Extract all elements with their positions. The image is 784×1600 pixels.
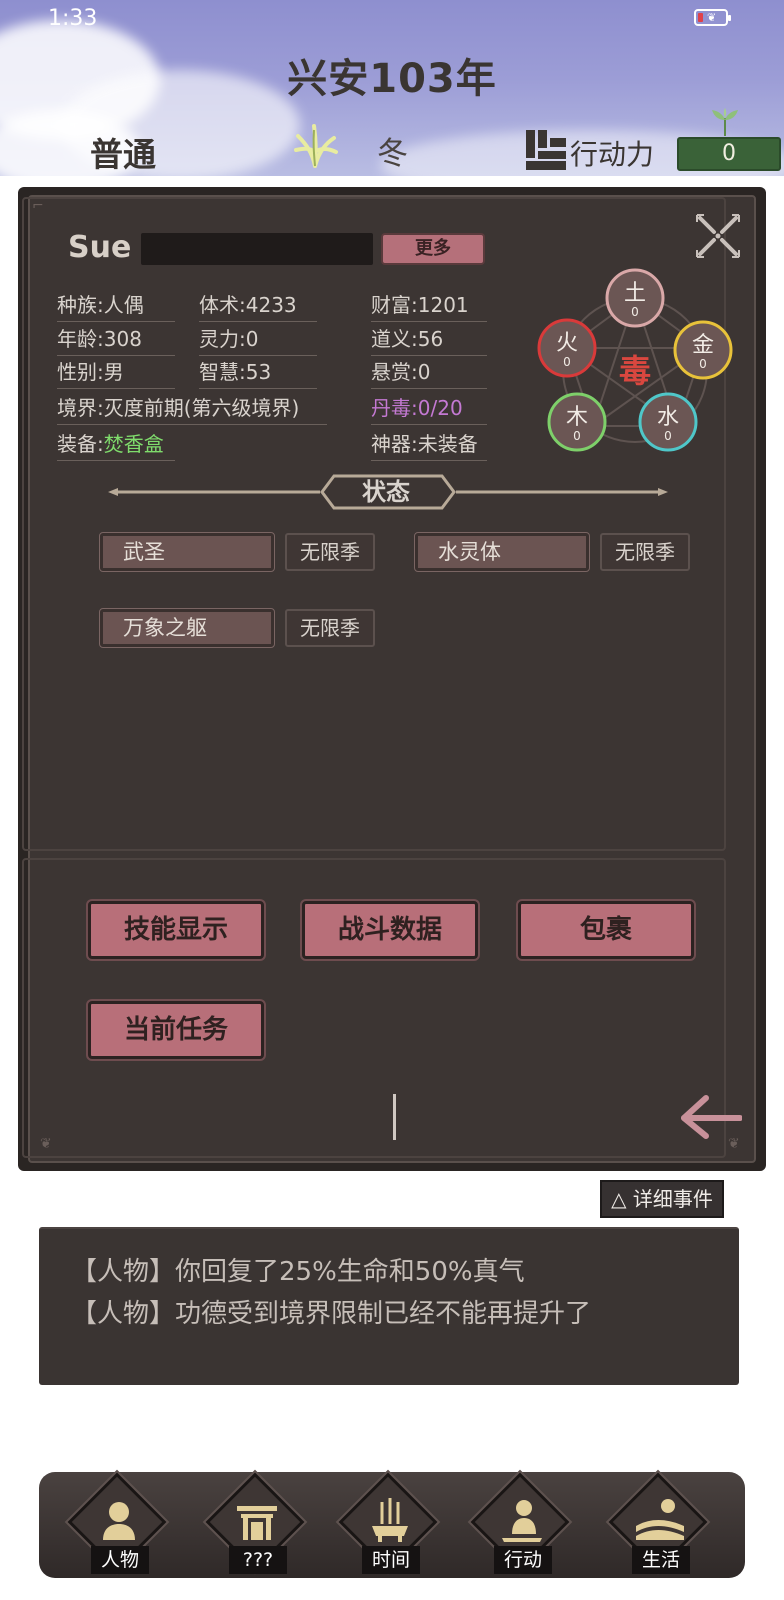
event-log: 【人物】你回复了25%生命和50%真气 【人物】功德受到境界限制已经不能再提升了 <box>39 1227 739 1385</box>
bag-button[interactable]: 包裹 <box>516 899 696 961</box>
sun-field-icon <box>636 1499 684 1540</box>
corner-ornament-icon: ❦ <box>40 1136 52 1152</box>
incense-burner-icon <box>372 1498 408 1542</box>
nav-life[interactable]: 生活 <box>605 1469 711 1584</box>
winter-plant-icon <box>294 124 338 168</box>
nav-character[interactable]: 人物 <box>64 1469 170 1584</box>
year-title: 兴安103年 <box>287 56 497 102</box>
nav-label: ??? <box>229 1546 287 1574</box>
difficulty-label: 普通 <box>90 135 156 174</box>
back-arrow-icon[interactable] <box>680 1094 742 1140</box>
svg-text:火: 火 <box>556 331 578 356</box>
svg-text:木: 木 <box>566 405 588 430</box>
event-log-line: 【人物】功德受到境界限制已经不能再提升了 <box>71 1299 592 1329</box>
stat-equipment[interactable]: 装备:焚香盒 <box>57 428 175 461</box>
svg-text:土: 土 <box>624 281 646 306</box>
element-wood: 木 0 <box>547 392 607 452</box>
svg-text:0: 0 <box>631 305 639 319</box>
svg-text:0: 0 <box>699 357 707 371</box>
stat-wealth: 财富:1201 <box>371 289 487 322</box>
more-button[interactable]: 更多 <box>381 233 485 265</box>
stat-justice: 道义:56 <box>371 323 487 356</box>
battle-data-button[interactable]: 战斗数据 <box>300 899 480 961</box>
nav-label: 生活 <box>632 1546 690 1574</box>
status-effect-name[interactable]: 武圣 <box>99 532 275 572</box>
five-elements-chart: 毒 土 0 火 0 金 0 木 0 水 0 <box>537 268 733 452</box>
nav-label: 时间 <box>362 1546 420 1574</box>
status-title: 状态 <box>362 478 410 506</box>
nav-time[interactable]: 时间 <box>335 1469 441 1584</box>
stat-wisdom: 智慧:53 <box>199 356 317 389</box>
status-time: 1:33 <box>48 6 98 31</box>
nav-unknown[interactable]: ??? <box>202 1469 308 1584</box>
skills-button[interactable]: 技能显示 <box>86 899 266 961</box>
svg-text:0: 0 <box>664 429 672 443</box>
element-water: 水 0 <box>638 392 698 452</box>
nav-label: 人物 <box>91 1546 149 1574</box>
action-power-icon <box>526 130 566 170</box>
person-icon <box>103 1502 135 1540</box>
character-name: Sue <box>68 230 132 265</box>
stat-realm: 境界:灭度前期(第六级境界) <box>57 392 327 425</box>
status-effect-duration: 无限季 <box>600 533 690 571</box>
element-fire: 火 0 <box>537 318 597 378</box>
svg-text:0: 0 <box>573 429 581 443</box>
svg-text:水: 水 <box>657 405 679 430</box>
scroll-indicator <box>393 1094 396 1140</box>
stat-gender: 性别:男 <box>57 356 175 389</box>
svg-text:金: 金 <box>692 333 714 358</box>
nav-label: 行动 <box>494 1546 552 1574</box>
close-icon[interactable] <box>694 212 742 260</box>
shrine-icon <box>237 1506 277 1540</box>
nav-action[interactable]: 行动 <box>467 1469 573 1584</box>
status-effect-name[interactable]: 水灵体 <box>414 532 590 572</box>
action-power-label: 行动力 <box>570 138 655 171</box>
element-metal: 金 0 <box>673 320 733 380</box>
event-log-line: 【人物】你回复了25%生命和50%真气 <box>71 1257 525 1287</box>
element-earth: 土 0 <box>605 268 665 328</box>
svg-text:0: 0 <box>563 355 571 369</box>
current-task-button[interactable]: 当前任务 <box>86 999 266 1061</box>
status-effect-name[interactable]: 万象之躯 <box>99 608 275 648</box>
stat-age: 年龄:308 <box>57 323 175 356</box>
stat-spirit: 灵力:0 <box>199 323 317 356</box>
stat-bounty: 悬赏:0 <box>371 356 487 389</box>
meditating-figure-icon <box>502 1500 542 1542</box>
poison-center-label: 毒 <box>619 352 651 390</box>
season-label: 冬 <box>377 136 408 172</box>
battery-icon: ❦ <box>694 9 731 26</box>
corner-ornament-icon: ⌐ <box>32 198 44 214</box>
top-header: 1:33 ❦ 兴安103年 普通 冬 行动力 0 <box>0 0 784 176</box>
action-power-value: 0 <box>677 137 781 171</box>
stat-pill-poison: 丹毒:0/20 <box>371 392 487 425</box>
stat-race: 种族:人偶 <box>57 289 175 322</box>
sprout-icon <box>712 108 738 136</box>
detail-events-button[interactable]: △ 详细事件 <box>600 1180 724 1218</box>
stat-body-art: 体术:4233 <box>199 289 317 322</box>
stat-artifact: 神器:未装备 <box>371 428 487 461</box>
name-bar <box>141 233 373 265</box>
status-effect-duration: 无限季 <box>285 609 375 647</box>
status-effect-duration: 无限季 <box>285 533 375 571</box>
